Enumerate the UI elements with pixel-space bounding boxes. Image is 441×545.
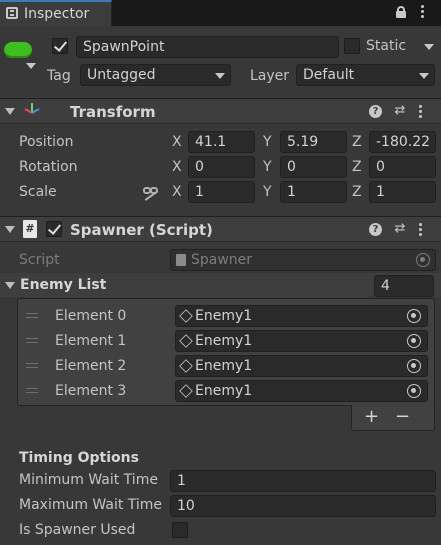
lock-icon[interactable] bbox=[396, 6, 406, 18]
position-z-label[interactable]: Z bbox=[352, 132, 362, 152]
tag-dropdown-arrow bbox=[215, 73, 225, 79]
timing-options-header: Timing Options bbox=[19, 450, 139, 466]
max-wait-label: Maximum Wait Time bbox=[19, 497, 163, 513]
static-label: Static bbox=[366, 38, 407, 54]
element-1-prefab-icon bbox=[179, 334, 193, 348]
script-value: Spawner bbox=[191, 252, 253, 268]
element-3-prefab-icon bbox=[179, 384, 193, 398]
element-0-picker-icon[interactable] bbox=[407, 309, 421, 323]
remove-element-button[interactable]: − bbox=[395, 407, 410, 427]
element-2-field[interactable]: Enemy1 bbox=[175, 355, 428, 377]
element-3-drag-handle[interactable] bbox=[26, 388, 38, 393]
min-wait-label: Minimum Wait Time bbox=[19, 472, 158, 488]
icon-dropdown-arrow[interactable] bbox=[26, 63, 36, 69]
layer-dropdown-arrow bbox=[419, 73, 429, 79]
element-2-picker-icon[interactable] bbox=[407, 359, 421, 373]
rotation-x-field[interactable]: 0 bbox=[188, 156, 255, 178]
transform-help-icon[interactable]: ? bbox=[369, 105, 382, 118]
script-picker-icon bbox=[416, 253, 430, 267]
tag-label: Tag bbox=[47, 68, 71, 84]
tag-value: Untagged bbox=[87, 67, 156, 83]
rotation-y-field[interactable]: 0 bbox=[280, 156, 347, 178]
inspector-tab-icon bbox=[6, 7, 18, 19]
spawner-more-icon[interactable] bbox=[419, 223, 423, 237]
rotation-z-label[interactable]: Z bbox=[352, 157, 362, 177]
transform-header[interactable]: Transform ? ⇄ bbox=[0, 98, 441, 124]
transform-more-icon[interactable] bbox=[419, 105, 423, 119]
enemy-list-size-field[interactable]: 4 bbox=[374, 275, 434, 297]
scale-y-label[interactable]: Y bbox=[263, 182, 272, 202]
max-wait-field[interactable]: 10 bbox=[170, 495, 436, 517]
rotation-y-label[interactable]: Y bbox=[263, 157, 272, 177]
transform-foldout-arrow[interactable] bbox=[5, 108, 15, 115]
element-2-drag-handle[interactable] bbox=[26, 363, 38, 368]
layer-value: Default bbox=[303, 67, 355, 83]
layer-dropdown[interactable]: Default bbox=[296, 64, 435, 86]
scale-z-label[interactable]: Z bbox=[352, 182, 362, 202]
add-element-button[interactable]: + bbox=[364, 407, 379, 427]
constrain-proportions-icon[interactable] bbox=[143, 185, 159, 201]
static-checkbox[interactable] bbox=[344, 38, 360, 54]
element-2-value: Enemy1 bbox=[195, 358, 253, 374]
position-y-label[interactable]: Y bbox=[263, 132, 272, 152]
transform-presets-icon[interactable]: ⇄ bbox=[392, 103, 408, 119]
scale-y-field[interactable]: 1 bbox=[280, 181, 347, 203]
spawner-enabled-checkbox[interactable] bbox=[46, 221, 62, 237]
position-x-label[interactable]: X bbox=[172, 132, 182, 152]
inspector-tab[interactable]: Inspector bbox=[0, 0, 112, 26]
more-menu-icon[interactable] bbox=[421, 5, 425, 19]
transform-title: Transform bbox=[70, 103, 156, 121]
enemy-list-foldout-arrow[interactable] bbox=[5, 282, 15, 289]
element-3-label: Element 3 bbox=[55, 383, 127, 399]
rotation-x-label[interactable]: X bbox=[172, 157, 182, 177]
position-y-field[interactable]: 5.19 bbox=[280, 131, 347, 153]
scale-label: Scale bbox=[19, 184, 57, 200]
spawner-header[interactable]: # Spawner (Script) ? ⇄ bbox=[0, 216, 441, 242]
element-0-value: Enemy1 bbox=[195, 308, 253, 324]
script-field: Spawner bbox=[170, 249, 436, 271]
min-wait-field[interactable]: 1 bbox=[170, 470, 436, 492]
element-1-field[interactable]: Enemy1 bbox=[175, 330, 428, 352]
scale-x-label[interactable]: X bbox=[172, 182, 182, 202]
element-1-label: Element 1 bbox=[55, 333, 127, 349]
scale-x-field[interactable]: 1 bbox=[188, 181, 255, 203]
static-dropdown-arrow[interactable] bbox=[424, 44, 434, 50]
element-0-field[interactable]: Enemy1 bbox=[175, 305, 428, 327]
inspector-tab-label: Inspector bbox=[24, 6, 90, 22]
position-label: Position bbox=[19, 134, 74, 150]
is-spawner-used-checkbox[interactable] bbox=[172, 522, 188, 538]
scale-z-field[interactable]: 1 bbox=[369, 181, 436, 203]
layer-label: Layer bbox=[250, 68, 290, 84]
rotation-z-field[interactable]: 0 bbox=[369, 156, 436, 178]
active-checkbox[interactable] bbox=[52, 38, 68, 54]
spawner-help-icon[interactable]: ? bbox=[369, 223, 382, 236]
element-2-label: Element 2 bbox=[55, 358, 127, 374]
element-0-prefab-icon bbox=[179, 309, 193, 323]
element-3-picker-icon[interactable] bbox=[407, 384, 421, 398]
element-2-prefab-icon bbox=[179, 359, 193, 373]
spawner-foldout-arrow[interactable] bbox=[5, 226, 15, 233]
element-0-label: Element 0 bbox=[55, 308, 127, 324]
position-z-field[interactable]: -180.22 bbox=[369, 131, 436, 153]
element-3-value: Enemy1 bbox=[195, 383, 253, 399]
spawner-title: Spawner (Script) bbox=[70, 221, 213, 239]
script-file-icon: # bbox=[23, 220, 37, 238]
rotation-label: Rotation bbox=[19, 159, 78, 175]
is-spawner-used-label: Is Spawner Used bbox=[19, 522, 136, 538]
element-3-field[interactable]: Enemy1 bbox=[175, 380, 428, 402]
element-1-value: Enemy1 bbox=[195, 333, 253, 349]
script-value-icon bbox=[176, 254, 186, 266]
script-label: Script bbox=[19, 252, 60, 268]
element-1-picker-icon[interactable] bbox=[407, 334, 421, 348]
element-0-drag-handle[interactable] bbox=[26, 313, 38, 318]
tag-dropdown[interactable]: Untagged bbox=[80, 64, 231, 86]
enemy-list-label[interactable]: Enemy List bbox=[20, 275, 106, 295]
element-1-drag-handle[interactable] bbox=[26, 338, 38, 343]
position-x-field[interactable]: 41.1 bbox=[188, 131, 255, 153]
spawner-presets-icon[interactable]: ⇄ bbox=[392, 221, 408, 237]
gameobject-icon-pill[interactable] bbox=[4, 42, 32, 58]
transform-icon bbox=[23, 103, 41, 119]
object-name-field[interactable]: SpawnPoint bbox=[76, 36, 339, 58]
